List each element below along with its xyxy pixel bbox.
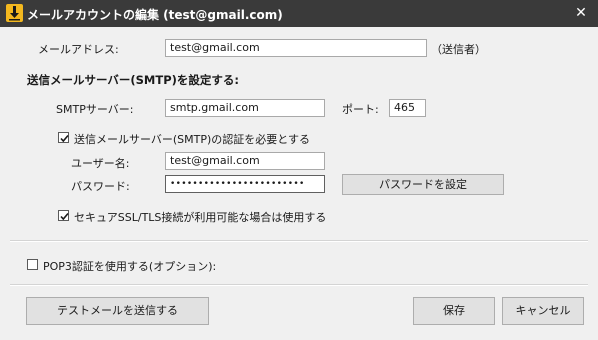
checkbox-unchecked-icon[interactable] <box>27 259 38 270</box>
checkbox-checked-icon[interactable] <box>58 210 69 221</box>
cancel-button[interactable]: キャンセル <box>502 297 584 325</box>
section-divider <box>10 240 588 242</box>
sender-note: （送信者） <box>431 43 486 56</box>
smtp-section-title: 送信メールサーバー(SMTP)を設定する: <box>27 73 239 87</box>
save-button[interactable]: 保存 <box>413 297 495 325</box>
password-field[interactable]: •••••••••••••••••••••••• <box>165 175 325 193</box>
email-field[interactable]: test@gmail.com <box>165 39 427 57</box>
set-password-button[interactable]: パスワードを設定 <box>342 174 504 195</box>
footer-divider <box>10 284 588 286</box>
smtp-server-label: SMTPサーバー: <box>56 103 134 116</box>
checkbox-checked-icon[interactable] <box>58 132 69 143</box>
email-label: メールアドレス: <box>38 43 119 56</box>
close-icon[interactable]: ✕ <box>564 0 598 27</box>
port-label: ポート: <box>342 103 379 116</box>
port-field[interactable]: 465 <box>389 99 426 117</box>
app-download-icon <box>6 4 23 22</box>
username-label: ユーザー名: <box>71 157 130 170</box>
username-field[interactable]: test@gmail.com <box>165 152 325 170</box>
pop3-auth-label: POP3認証を使用する(オプション): <box>43 260 217 273</box>
send-test-mail-button[interactable]: テストメールを送信する <box>26 297 209 325</box>
smtp-server-field[interactable]: smtp.gmail.com <box>165 99 325 117</box>
password-label: パスワード: <box>71 180 130 193</box>
window-title: メールアカウントの編集 (test@gmail.com) <box>27 8 283 22</box>
ssl-tls-label: セキュアSSL/TLS接続が利用可能な場合は使用する <box>74 211 327 224</box>
smtp-auth-label: 送信メールサーバー(SMTP)の認証を必要とする <box>74 133 310 146</box>
title-bar: メールアカウントの編集 (test@gmail.com) ✕ <box>0 0 598 27</box>
edit-mail-account-dialog: メールアカウントの編集 (test@gmail.com) ✕ メールアドレス: … <box>0 0 598 340</box>
